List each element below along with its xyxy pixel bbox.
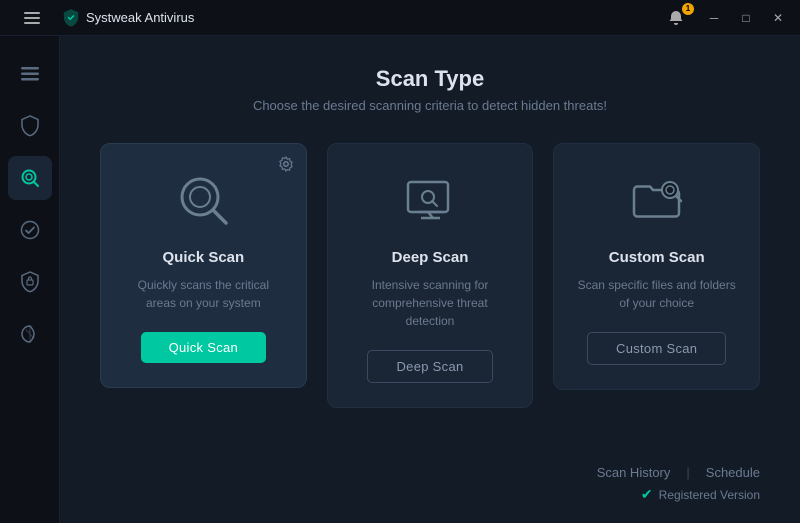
maximize-button[interactable]: □ <box>732 7 760 29</box>
scan-history-link[interactable]: Scan History <box>597 465 671 480</box>
card-settings-icon[interactable] <box>278 156 294 175</box>
page-subtitle: Choose the desired scanning criteria to … <box>100 98 760 113</box>
main-layout: Scan Type Choose the desired scanning cr… <box>0 36 800 523</box>
deep-scan-button[interactable]: Deep Scan <box>367 350 492 383</box>
sidebar-item-boost[interactable] <box>8 312 52 356</box>
title-bar-left: Systweak Antivirus <box>10 0 194 40</box>
minimize-button[interactable]: ─ <box>700 7 728 29</box>
close-button[interactable]: ✕ <box>764 7 792 29</box>
page-title: Scan Type <box>100 66 760 92</box>
scan-cards-container: Quick Scan Quickly scans the critical ar… <box>100 143 760 453</box>
quick-scan-card[interactable]: Quick Scan Quickly scans the critical ar… <box>100 143 307 388</box>
sidebar <box>0 36 60 523</box>
app-logo: Systweak Antivirus <box>62 9 194 27</box>
deep-scan-card[interactable]: Deep Scan Intensive scanning for compreh… <box>327 143 534 408</box>
registered-label: Registered Version <box>659 488 760 502</box>
registered-check-icon: ✔ <box>641 486 653 503</box>
footer-links: Scan History | Schedule <box>100 453 760 480</box>
footer-divider: | <box>686 465 689 480</box>
custom-scan-desc: Scan specific files and folders of your … <box>574 276 739 312</box>
sidebar-item-scan[interactable] <box>8 156 52 200</box>
quick-scan-name: Quick Scan <box>162 249 244 266</box>
custom-scan-icon <box>624 168 689 233</box>
notification-button[interactable]: 1 <box>662 7 690 29</box>
title-bar-right: 1 ─ □ ✕ <box>662 7 792 29</box>
app-title: Systweak Antivirus <box>86 10 194 25</box>
registered-row: ✔ Registered Version <box>100 480 760 503</box>
title-bar: Systweak Antivirus 1 ─ □ ✕ <box>0 0 800 36</box>
custom-scan-card[interactable]: Custom Scan Scan specific files and fold… <box>553 143 760 390</box>
deep-scan-desc: Intensive scanning for comprehensive thr… <box>348 276 513 330</box>
deep-scan-name: Deep Scan <box>392 249 469 266</box>
quick-scan-button[interactable]: Quick Scan <box>141 332 266 363</box>
sidebar-item-shield[interactable] <box>8 104 52 148</box>
custom-scan-button[interactable]: Custom Scan <box>587 332 726 365</box>
schedule-link[interactable]: Schedule <box>706 465 760 480</box>
sidebar-item-menu[interactable] <box>8 52 52 96</box>
content-area: Scan Type Choose the desired scanning cr… <box>60 36 800 523</box>
deep-scan-icon <box>398 168 463 233</box>
quick-scan-desc: Quickly scans the critical areas on your… <box>121 276 286 312</box>
notification-badge: 1 <box>682 3 694 15</box>
logo-icon <box>62 9 80 27</box>
sidebar-item-protect[interactable] <box>8 260 52 304</box>
hamburger-menu-button[interactable] <box>10 0 54 40</box>
custom-scan-name: Custom Scan <box>609 249 705 266</box>
quick-scan-icon <box>171 168 236 233</box>
sidebar-item-check[interactable] <box>8 208 52 252</box>
